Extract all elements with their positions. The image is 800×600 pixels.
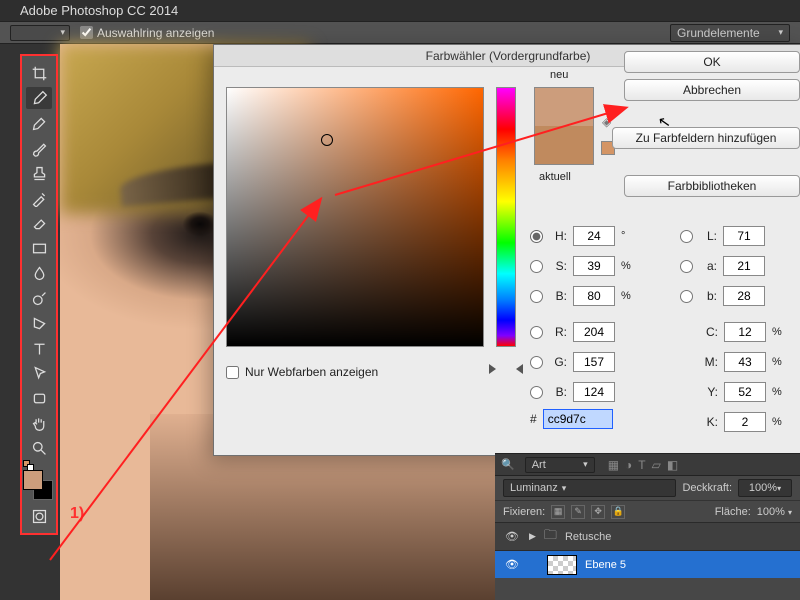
- layer-filter-dropdown[interactable]: Art: [525, 457, 595, 473]
- input-M[interactable]: [724, 352, 766, 372]
- input-b2[interactable]: [723, 286, 765, 306]
- pen-tool[interactable]: [26, 312, 52, 334]
- lock-label: Fixieren:: [503, 506, 545, 518]
- foreground-color-swatch[interactable]: [23, 470, 43, 490]
- radio-L[interactable]: [680, 230, 693, 243]
- show-selection-ring-checkbox[interactable]: Auswahlring anzeigen: [80, 26, 214, 40]
- input-b[interactable]: [573, 286, 615, 306]
- cancel-button[interactable]: Abbrechen: [624, 79, 800, 101]
- layer-ebene-5[interactable]: 👁 Ebene 5: [495, 550, 800, 578]
- toolbox: [20, 54, 58, 535]
- input-L[interactable]: [723, 226, 765, 246]
- input-K[interactable]: [724, 412, 766, 432]
- input-hex[interactable]: [543, 409, 613, 429]
- gradient-tool[interactable]: [26, 237, 52, 259]
- lock-pixels-icon[interactable]: ✎: [571, 505, 585, 519]
- input-a[interactable]: [723, 256, 765, 276]
- layer-thumb: [547, 555, 577, 575]
- checkbox-label: Auswahlring anzeigen: [97, 26, 214, 40]
- lock-trans-icon[interactable]: ▦: [551, 505, 565, 519]
- preview-new: [535, 88, 593, 126]
- radio-s[interactable]: [530, 260, 543, 273]
- opacity-label: Deckkraft:: [682, 482, 732, 494]
- input-R[interactable]: [573, 322, 615, 342]
- ok-button[interactable]: OK: [624, 51, 800, 73]
- color-preview: [534, 87, 594, 165]
- color-swatches[interactable]: [23, 466, 55, 498]
- eraser-tool[interactable]: [26, 212, 52, 234]
- color-libraries-button[interactable]: Farbbibliotheken: [624, 175, 800, 197]
- fill-label: Fläche:: [715, 506, 751, 518]
- label-new: neu: [550, 69, 568, 81]
- healing-brush-tool[interactable]: [26, 112, 52, 134]
- quickmask-tool[interactable]: [26, 505, 52, 527]
- visibility-icon[interactable]: 👁: [503, 530, 521, 543]
- color-field-marker[interactable]: [321, 134, 333, 146]
- web-only-label: Nur Webfarben anzeigen: [245, 365, 378, 379]
- layer-name: Ebene 5: [585, 559, 626, 571]
- dodge-tool[interactable]: [26, 287, 52, 309]
- label-current: aktuell: [539, 171, 571, 183]
- tool-preset-dropdown[interactable]: [10, 25, 70, 41]
- blur-tool[interactable]: [26, 262, 52, 284]
- layer-group-retusche[interactable]: 👁 ▶ 🗀 Retusche: [495, 522, 800, 550]
- expand-icon[interactable]: ▶: [529, 531, 536, 542]
- crop-tool[interactable]: [26, 62, 52, 84]
- input-Bb[interactable]: [573, 382, 615, 402]
- hue-slider[interactable]: [496, 87, 516, 347]
- unit-s: %: [621, 260, 635, 272]
- unit-deg: °: [621, 230, 635, 242]
- zoom-tool[interactable]: [26, 437, 52, 459]
- web-only-checkbox[interactable]: Nur Webfarben anzeigen: [226, 365, 378, 379]
- app-name: Adobe Photoshop CC 2014: [20, 3, 178, 18]
- color-field[interactable]: [226, 87, 484, 347]
- hand-tool[interactable]: [26, 412, 52, 434]
- unit-b: %: [621, 290, 635, 302]
- radio-b[interactable]: [530, 290, 543, 303]
- input-h[interactable]: [573, 226, 615, 246]
- radio-Bb[interactable]: [530, 386, 543, 399]
- cube-icon[interactable]: ◈: [602, 115, 611, 129]
- preview-current: [535, 126, 593, 164]
- layers-panel: 🔍 Art ▦◑T▱◧ Luminanz Deckkraft: 100% ▾ F…: [495, 453, 800, 600]
- radio-b2[interactable]: [680, 290, 693, 303]
- radio-h[interactable]: [530, 230, 543, 243]
- fill-value[interactable]: 100% ▾: [757, 506, 792, 518]
- lock-pos-icon[interactable]: ✥: [591, 505, 605, 519]
- eyedropper-tool[interactable]: [26, 87, 52, 109]
- input-s[interactable]: [573, 256, 615, 276]
- brush-tool[interactable]: [26, 137, 52, 159]
- input-C[interactable]: [724, 322, 766, 342]
- workspace-value: Grundelemente: [677, 26, 760, 40]
- layer-name: Retusche: [565, 531, 611, 543]
- hex-hash: #: [530, 412, 537, 426]
- folder-icon: 🗀: [544, 526, 557, 548]
- lock-all-icon[interactable]: 🔒: [611, 505, 625, 519]
- input-G[interactable]: [573, 352, 615, 372]
- path-select-tool[interactable]: [26, 362, 52, 384]
- history-brush-tool[interactable]: [26, 187, 52, 209]
- radio-G[interactable]: [530, 356, 543, 369]
- radio-R[interactable]: [530, 326, 543, 339]
- blend-mode-dropdown[interactable]: Luminanz: [503, 479, 676, 497]
- options-bar: Auswahlring anzeigen Grundelemente ▾: [0, 22, 800, 44]
- stamp-tool[interactable]: [26, 162, 52, 184]
- filter-icons[interactable]: ▦◑T▱◧: [605, 458, 682, 472]
- type-tool[interactable]: [26, 337, 52, 359]
- color-picker-dialog: Farbwähler (Vordergrundfarbe) neu aktuel…: [213, 44, 800, 456]
- add-to-swatches-button[interactable]: Zu Farbfeldern hinzufügen: [612, 127, 800, 149]
- opacity-value[interactable]: 100% ▾: [738, 479, 792, 497]
- annotation-1: 1): [70, 505, 84, 523]
- visibility-icon[interactable]: 👁: [503, 558, 521, 571]
- shape-tool[interactable]: [26, 387, 52, 409]
- input-Y[interactable]: [724, 382, 766, 402]
- radio-a[interactable]: [680, 260, 693, 273]
- workspace-dropdown[interactable]: Grundelemente ▾: [670, 24, 790, 42]
